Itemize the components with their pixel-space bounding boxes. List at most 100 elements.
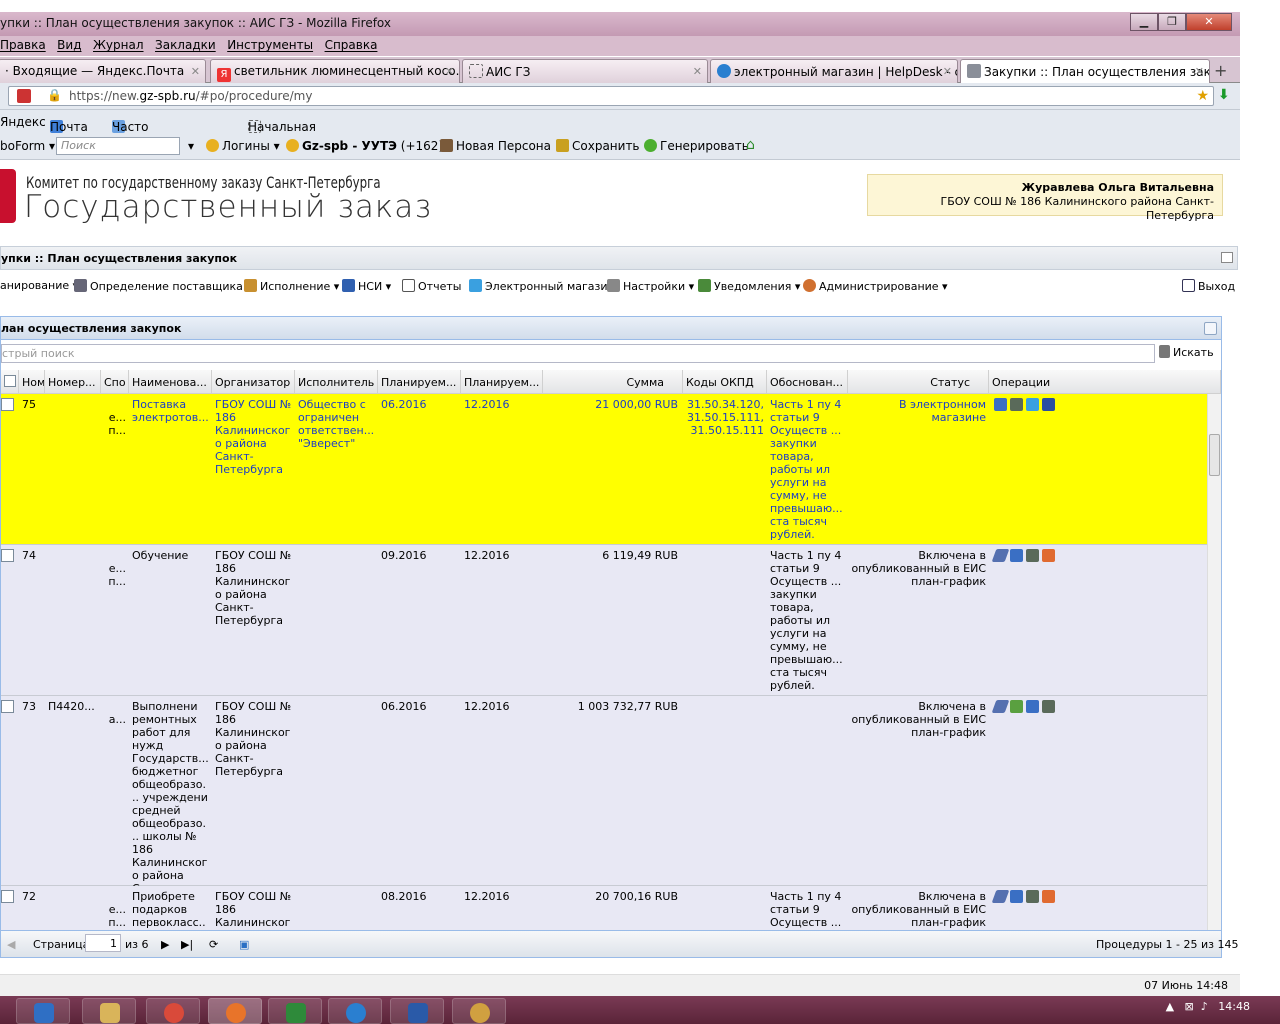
- menu-reports[interactable]: Отчеты: [402, 279, 461, 293]
- clock[interactable]: 14:48: [1218, 1000, 1250, 1013]
- menu-settings[interactable]: Настройки ▾: [607, 279, 694, 293]
- row-checkbox[interactable]: [1, 549, 14, 562]
- table-row[interactable]: 72 е... п... Приобрете подарков первокла…: [1, 886, 1207, 930]
- maximize-button[interactable]: ❐: [1158, 13, 1186, 31]
- taskbar-firefox[interactable]: [208, 998, 262, 1024]
- select-all-checkbox[interactable]: [1, 370, 19, 394]
- row-checkbox[interactable]: [1, 890, 14, 903]
- save-button[interactable]: Сохранить: [556, 139, 640, 153]
- search-button[interactable]: Искать: [1159, 345, 1214, 359]
- roboform-menu[interactable]: boForm ▾: [0, 139, 55, 153]
- roboform-search-input[interactable]: Поиск: [56, 137, 180, 155]
- taskbar-word[interactable]: [390, 998, 444, 1024]
- document-icon[interactable]: [1042, 549, 1055, 562]
- cell-name[interactable]: Приобрете подарков первокласс...: [129, 886, 212, 930]
- taskbar-media[interactable]: [16, 998, 70, 1024]
- settings-icon[interactable]: [1010, 398, 1023, 411]
- col-name[interactable]: Наименова...: [129, 370, 212, 394]
- gz-spb-login[interactable]: Gz-spb - УУТЭ (+162): [286, 139, 443, 153]
- tab-yandex-mail[interactable]: · Входящие — Яндекс.Почта ✕: [0, 59, 206, 83]
- tools-icon[interactable]: [1042, 398, 1055, 411]
- settings-icon[interactable]: [1042, 700, 1055, 713]
- collapse-icon[interactable]: [1221, 252, 1233, 263]
- minimize-button[interactable]: ▁: [1130, 13, 1158, 31]
- taskbar-chrome[interactable]: [146, 998, 200, 1024]
- col-organizer[interactable]: Организатор: [212, 370, 295, 394]
- refresh-icon[interactable]: ⟳: [209, 938, 218, 951]
- chart-icon[interactable]: [994, 398, 1007, 411]
- close-tab-icon[interactable]: ✕: [191, 65, 200, 78]
- taskbar-paint[interactable]: [452, 998, 506, 1024]
- table-row[interactable]: 73 П4420... а... Выполнени ремонтных раб…: [1, 696, 1207, 908]
- col-executor[interactable]: Исполнитель: [295, 370, 378, 394]
- refresh-panel-icon[interactable]: [1204, 322, 1217, 335]
- exit-button[interactable]: Выход: [1182, 279, 1235, 293]
- edit-pencil-icon[interactable]: [991, 890, 1010, 903]
- menu-planning[interactable]: анирование ▾: [0, 279, 78, 292]
- menu-view[interactable]: Вид: [57, 36, 81, 54]
- close-tab-icon[interactable]: ✕: [1195, 65, 1204, 78]
- dropdown-icon[interactable]: ▾: [188, 139, 194, 153]
- tag-icon[interactable]: [1010, 700, 1023, 713]
- edit-pencil-icon[interactable]: [991, 700, 1010, 713]
- col-basis[interactable]: Обоснован...: [767, 370, 848, 394]
- menu-eshop[interactable]: Электронный магазин: [469, 279, 615, 293]
- col-sum[interactable]: Сумма: [543, 370, 683, 394]
- menu-nsi[interactable]: НСИ ▾: [342, 279, 391, 293]
- col-num[interactable]: Ном: [19, 370, 45, 394]
- menu-help[interactable]: Справка: [325, 36, 378, 54]
- tab-lamp-search[interactable]: Ясветильник люминесцентный косо... ✕: [210, 59, 460, 83]
- save-disk-icon[interactable]: ▣: [239, 938, 249, 951]
- menu-history[interactable]: Журнал: [93, 36, 144, 54]
- tray-arrow-icon[interactable]: ▲: [1166, 1000, 1174, 1013]
- menu-edit[interactable]: Правка: [0, 36, 46, 54]
- network-icon[interactable]: ⊠: [1185, 1000, 1194, 1013]
- close-tab-icon[interactable]: ✕: [693, 65, 702, 78]
- tab-procurement-plan[interactable]: Закупки :: План осуществления зак... ✕: [960, 59, 1210, 84]
- volume-icon[interactable]: ♪: [1201, 1000, 1208, 1013]
- chart-icon[interactable]: [1010, 890, 1023, 903]
- quick-search-input[interactable]: стрый поиск: [1, 344, 1155, 363]
- grid-scrollbar[interactable]: [1207, 394, 1221, 930]
- tab-helpdesk[interactable]: электронный магазин | HelpDesk - с... ✕: [710, 59, 958, 83]
- generate-button[interactable]: Генерировать: [644, 139, 749, 153]
- last-page-icon[interactable]: ▶|: [181, 938, 193, 951]
- col-okpd[interactable]: Коды ОКПД: [683, 370, 767, 394]
- col-code[interactable]: Номер...: [45, 370, 101, 394]
- next-page-icon[interactable]: ▶: [161, 938, 169, 951]
- menu-bookmarks[interactable]: Закладки: [155, 36, 216, 54]
- url-bar[interactable]: 🔒 https://new.gz-spb.ru/#po/procedure/my…: [8, 86, 1214, 106]
- col-plan-start[interactable]: Планируем...: [378, 370, 461, 394]
- menu-notifications[interactable]: Уведомления ▾: [698, 279, 800, 293]
- cell-name[interactable]: Поставка электротов...: [129, 394, 212, 428]
- chart-icon[interactable]: [1010, 549, 1023, 562]
- table-row[interactable]: 74 е... п... Обучение ГБОУ СОШ № 186 Кал…: [1, 545, 1207, 696]
- taskbar-excel[interactable]: [268, 998, 322, 1024]
- settings-icon[interactable]: [1026, 549, 1039, 562]
- page-number-input[interactable]: 1: [85, 934, 121, 952]
- cell-name[interactable]: Обучение: [129, 545, 212, 566]
- new-tab-button[interactable]: +: [1214, 61, 1227, 80]
- menu-supplier[interactable]: Определение поставщика ▾: [74, 279, 252, 293]
- close-button[interactable]: ✕: [1186, 13, 1232, 31]
- document-icon[interactable]: [1042, 890, 1055, 903]
- row-checkbox[interactable]: [1, 398, 14, 411]
- taskbar-explorer[interactable]: [82, 998, 136, 1024]
- col-status[interactable]: Статус: [848, 370, 989, 394]
- new-person-button[interactable]: Новая Персона: [440, 139, 551, 153]
- chart-icon[interactable]: [1026, 700, 1039, 713]
- table-row[interactable]: 75 е... п... Поставка электротов... ГБОУ…: [1, 394, 1207, 545]
- col-method[interactable]: Спо: [101, 370, 129, 394]
- home-icon[interactable]: ⌂: [746, 137, 755, 153]
- bookmark-star-icon[interactable]: ★: [1196, 88, 1209, 104]
- close-tab-icon[interactable]: ✕: [445, 65, 454, 78]
- download-arrow-icon[interactable]: ⬇: [1218, 87, 1230, 103]
- menu-tools[interactable]: Инструменты: [227, 36, 313, 54]
- menu-execution[interactable]: Исполнение ▾: [244, 279, 339, 293]
- cart-icon[interactable]: [1026, 398, 1039, 411]
- col-operations[interactable]: Операции: [989, 370, 1221, 394]
- tab-ais-gz[interactable]: АИС ГЗ ✕: [462, 59, 708, 83]
- edit-pencil-icon[interactable]: [991, 549, 1010, 562]
- bookmark-yandex[interactable]: Яндекс: [0, 115, 46, 129]
- taskbar-ie[interactable]: [328, 998, 382, 1024]
